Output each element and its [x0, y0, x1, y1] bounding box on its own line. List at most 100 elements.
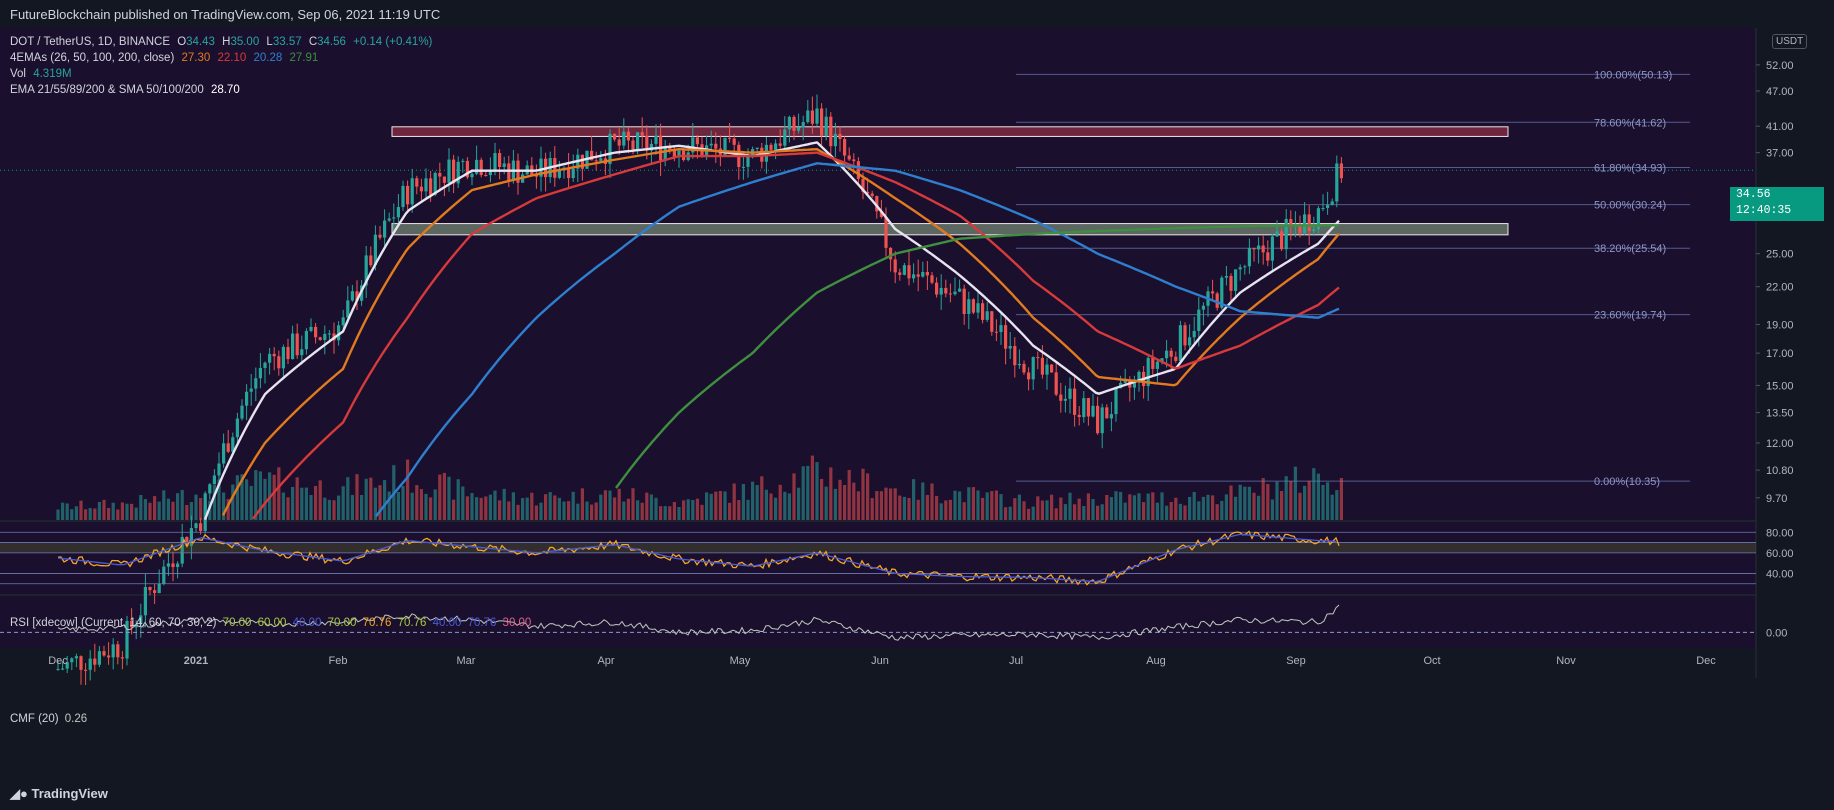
candle-body	[654, 135, 658, 144]
volume-bar	[626, 498, 630, 520]
candle-body	[1266, 252, 1270, 261]
candle-body	[199, 523, 203, 531]
candle-body	[1027, 372, 1031, 380]
ema50-value: 22.10	[217, 52, 247, 64]
chart-area[interactable]: 52.0047.0041.0037.0029.0025.0022.0019.00…	[0, 28, 1834, 778]
tradingview-icon: ◢●	[10, 786, 28, 801]
volume-bar	[249, 485, 253, 520]
time-axis-label: Mar	[457, 655, 476, 667]
volume-bar	[617, 488, 621, 520]
price-tick-label: 19.00	[1766, 319, 1794, 331]
candle-body	[1234, 269, 1238, 291]
candle-body	[1247, 247, 1251, 267]
candle-body	[985, 311, 989, 320]
time-axis-label: Aug	[1146, 655, 1166, 667]
volume-bar	[737, 500, 741, 520]
price-chart[interactable]: 52.0047.0041.0037.0029.0025.0022.0019.00…	[0, 28, 1834, 778]
volume-bar	[709, 493, 713, 520]
candle-body	[571, 168, 575, 179]
candle-body	[396, 207, 400, 218]
volume-bar	[838, 479, 842, 520]
volume-bar	[1017, 494, 1021, 520]
volume-bar	[277, 467, 281, 520]
volume-bar	[1178, 503, 1182, 520]
candle-body	[419, 186, 423, 192]
volume-bar	[120, 502, 124, 520]
last-price-tag: 34.56 12:40:35	[1730, 187, 1824, 221]
candle-body	[833, 133, 837, 147]
candle-body	[341, 317, 345, 326]
candle-body	[1183, 325, 1187, 346]
candle-body	[277, 356, 281, 369]
volume-bar	[410, 492, 414, 520]
candle-body	[981, 303, 985, 320]
price-tick-label: 9.70	[1766, 493, 1787, 505]
volume-bar	[1100, 504, 1104, 520]
volume-bar	[387, 491, 391, 520]
candle-body	[254, 378, 258, 389]
volume-bar	[751, 481, 755, 520]
header-bar: FutureBlockchain published on TradingVie…	[0, 0, 1834, 28]
volume-bar	[272, 474, 276, 520]
candle-body	[663, 146, 667, 161]
candle-body	[1165, 350, 1169, 359]
volume-bar	[475, 497, 479, 520]
candle-body	[281, 346, 285, 369]
rsi-value: 40.00	[292, 617, 322, 629]
symbol-name: DOT / TetherUS, 1D, BINANCE	[10, 36, 170, 48]
volume-bar	[636, 500, 640, 520]
volume-bar	[1284, 476, 1288, 520]
candle-body	[1192, 330, 1196, 338]
volume-bar	[1316, 473, 1320, 520]
ema-sma-label: EMA 21/55/89/200 & SMA 50/100/200	[10, 84, 204, 96]
volume-bar	[309, 494, 313, 520]
rsi-value: 30.00	[502, 617, 532, 629]
volume-bar	[866, 473, 870, 520]
volume-bar	[1123, 502, 1127, 520]
candle-body	[810, 110, 814, 124]
candle-body	[1252, 247, 1256, 250]
bar-countdown: 12:40:35	[1736, 204, 1792, 217]
volume-bar	[741, 484, 745, 520]
volume-bar	[889, 488, 893, 520]
candle-body	[70, 658, 74, 663]
candle-body	[1151, 357, 1155, 369]
volume-bar	[1155, 502, 1159, 520]
rsi-legend: RSI [xdecow] (Current, 14, 60, 70, 30, 2…	[10, 617, 531, 629]
candle-body	[166, 563, 170, 567]
volume-bar	[346, 477, 350, 520]
close-value: 34.56	[317, 36, 346, 48]
candle-body	[912, 274, 916, 279]
time-axis-label: Feb	[329, 655, 348, 667]
volume-bar	[760, 476, 764, 520]
candle-body	[116, 644, 120, 658]
ema-sma-legend: EMA 21/55/89/200 & SMA 50/100/200 28.70	[10, 84, 240, 96]
candle-body	[806, 110, 810, 123]
rsi-value: 40.00	[432, 617, 462, 629]
candle-body	[622, 131, 626, 146]
volume-bar	[810, 455, 814, 520]
candle-body	[843, 138, 847, 156]
currency-badge[interactable]: USDT	[1772, 34, 1808, 49]
volume-bar	[1022, 501, 1026, 520]
volume-bar	[613, 497, 617, 520]
volume-bar	[603, 490, 607, 520]
candle-body	[1307, 214, 1311, 232]
volume-bar	[580, 488, 584, 520]
volume-bar	[668, 506, 672, 520]
candle-body	[935, 282, 939, 295]
candle-body	[479, 159, 483, 176]
volume-bar	[1339, 478, 1343, 520]
candle-body	[272, 353, 276, 357]
volume-bar	[1289, 481, 1293, 520]
volume-bar	[553, 495, 557, 520]
candle-body	[1303, 214, 1307, 234]
volume-bar	[1036, 496, 1040, 520]
tradingview-logo[interactable]: ◢● TradingView	[10, 786, 108, 802]
volume-bar	[525, 497, 529, 520]
candle-body	[774, 143, 778, 150]
volume-bar	[843, 485, 847, 520]
volume-bar	[1330, 494, 1334, 520]
volume-bar	[479, 497, 483, 520]
volume-bar	[332, 500, 336, 520]
